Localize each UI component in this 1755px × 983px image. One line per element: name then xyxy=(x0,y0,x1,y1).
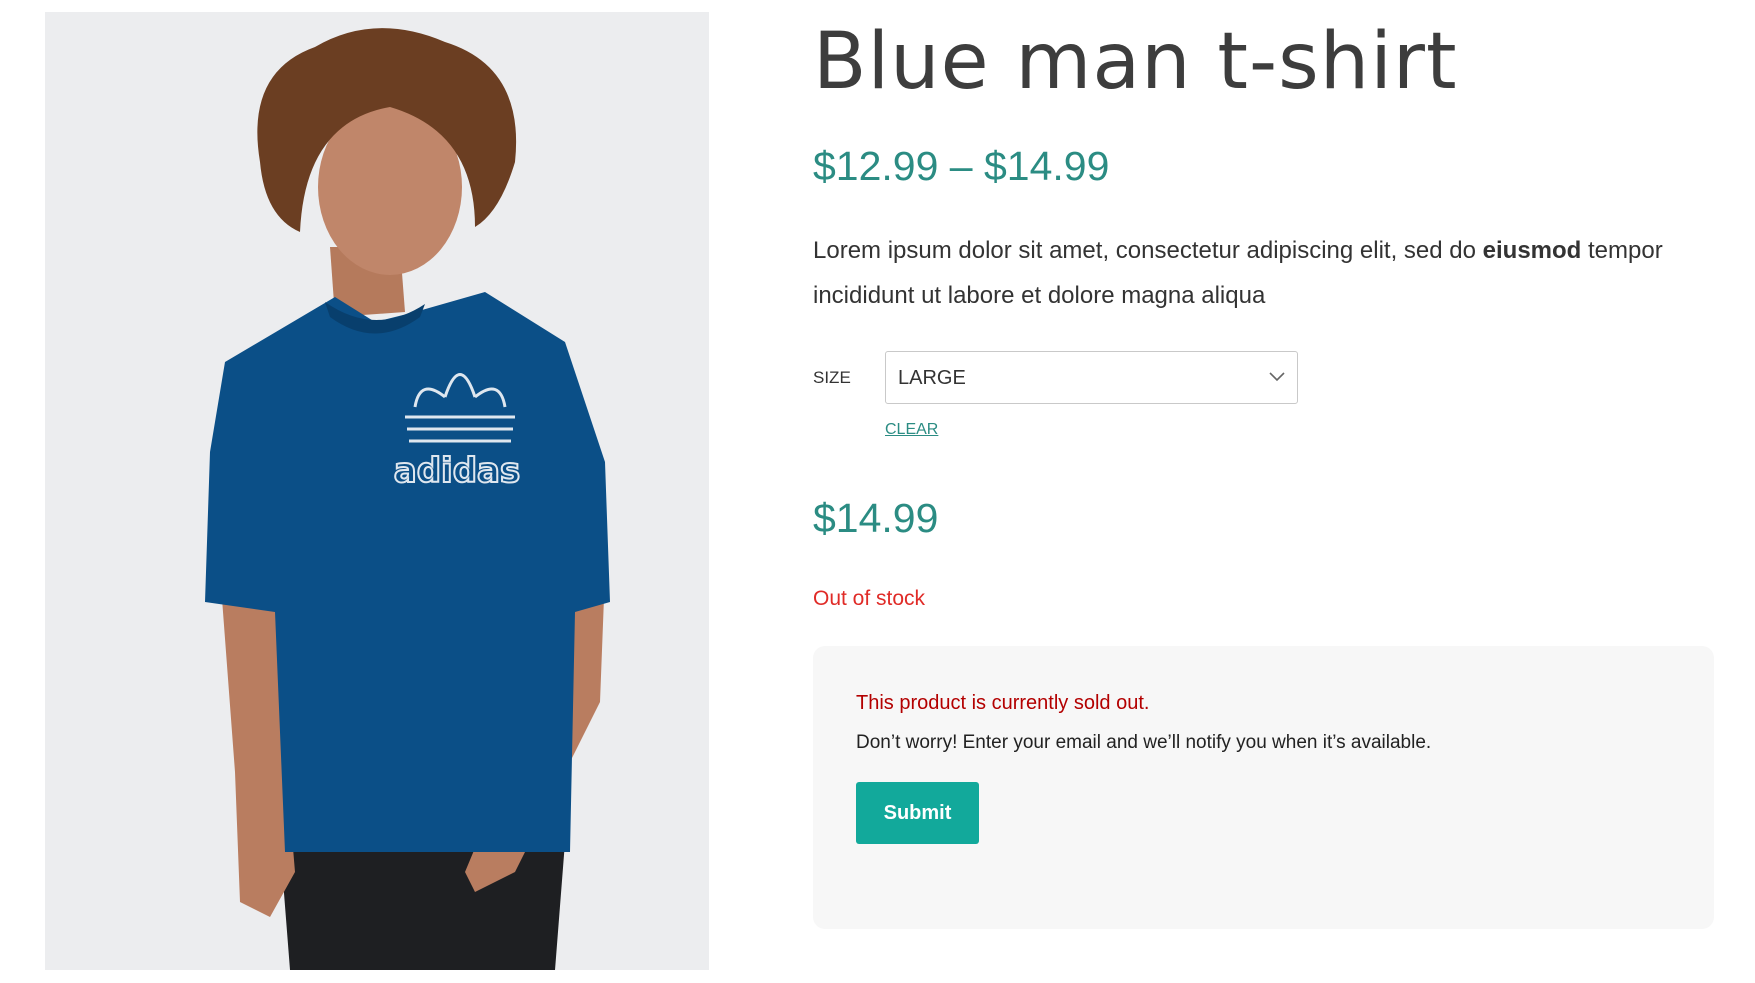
size-select[interactable]: LARGE xyxy=(885,351,1298,404)
clear-link[interactable]: CLEAR xyxy=(885,419,938,441)
selected-price: $14.99 xyxy=(813,495,939,541)
description-text: Lorem ipsum dolor sit amet, consectetur … xyxy=(813,237,1483,264)
product-description: Lorem ipsum dolor sit amet, consectetur … xyxy=(813,228,1693,318)
size-label: SIZE xyxy=(813,368,851,387)
description-bold: eiusmod xyxy=(1482,237,1582,264)
chevron-down-icon xyxy=(1269,372,1285,382)
product-title: Blue man t-shirt xyxy=(813,17,1458,107)
submit-button[interactable]: Submit xyxy=(856,782,979,844)
size-select-value: LARGE xyxy=(898,367,966,389)
price-range: $12.99 – $14.99 xyxy=(813,143,1110,189)
tshirt-photo: adidas xyxy=(45,12,709,970)
notify-message: Don’t worry! Enter your email and we’ll … xyxy=(856,732,1432,753)
product-image[interactable]: adidas xyxy=(45,12,709,970)
logo-text: adidas xyxy=(394,451,520,491)
notify-box: This product is currently sold out. Don’… xyxy=(813,646,1714,929)
sold-out-title: This product is currently sold out. xyxy=(856,692,1150,714)
stock-status: Out of stock xyxy=(813,587,926,610)
